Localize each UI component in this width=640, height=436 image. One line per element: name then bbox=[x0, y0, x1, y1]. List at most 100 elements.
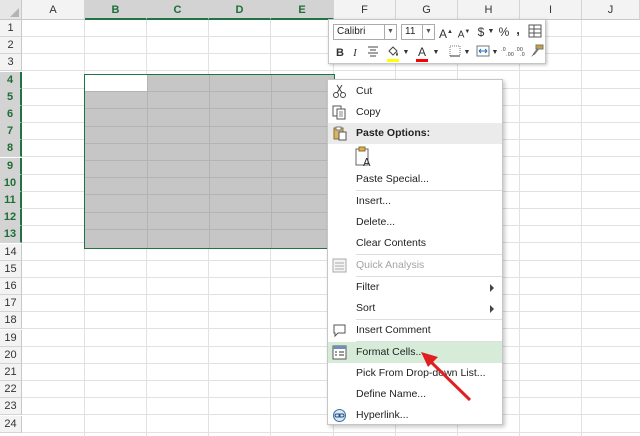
font-name-box[interactable]: Calibri bbox=[333, 24, 385, 40]
menu-item-filter[interactable]: Filter bbox=[328, 277, 502, 298]
paste-button-icon[interactable]: A bbox=[354, 146, 374, 168]
row-header-22[interactable]: 22 bbox=[0, 381, 22, 399]
merge-dropdown-icon[interactable]: ▼ bbox=[491, 45, 499, 61]
select-all-corner[interactable] bbox=[0, 0, 22, 20]
italic-button[interactable]: I bbox=[349, 45, 361, 61]
row-header-23[interactable]: 23 bbox=[0, 398, 22, 416]
row-header-13[interactable]: 13 bbox=[0, 226, 22, 244]
menu-item-cut[interactable]: Cut bbox=[328, 81, 502, 102]
menu-item-paste-special[interactable]: Paste Special... bbox=[328, 169, 502, 190]
grid-column-line bbox=[581, 20, 582, 436]
menu-item-hyperlink[interactable]: Hyperlink... bbox=[328, 405, 502, 426]
align-center-button[interactable] bbox=[365, 45, 381, 61]
menu-item-copy[interactable]: Copy bbox=[328, 102, 502, 123]
comment-icon bbox=[333, 324, 346, 338]
row-header-1[interactable]: 1 bbox=[0, 20, 22, 37]
font-color-button[interactable]: A bbox=[415, 44, 429, 60]
format-painter-button[interactable] bbox=[529, 44, 545, 60]
row-header-6[interactable]: 6 bbox=[0, 106, 22, 123]
fill-color-dropdown-icon[interactable]: ▼ bbox=[402, 45, 410, 61]
menu-item-label: Filter bbox=[356, 281, 380, 293]
menu-item-delete[interactable]: Delete... bbox=[328, 212, 502, 233]
menu-item-label: Hyperlink... bbox=[356, 409, 409, 421]
paintbrush-icon bbox=[531, 44, 544, 57]
font-color-dropdown-icon[interactable]: ▼ bbox=[432, 45, 440, 61]
column-header-g[interactable]: G bbox=[396, 0, 458, 20]
row-header-24[interactable]: 24 bbox=[0, 415, 22, 433]
row-header-4[interactable]: 4 bbox=[0, 71, 22, 89]
accounting-format-button[interactable]: $ bbox=[475, 24, 487, 40]
borders-dropdown-icon[interactable]: ▼ bbox=[463, 45, 471, 61]
menu-item-label: Paste Options: bbox=[356, 127, 431, 139]
font-size-box[interactable]: 11 bbox=[401, 24, 423, 40]
menu-item-sort[interactable]: Sort bbox=[328, 298, 502, 319]
column-header-e[interactable]: E bbox=[271, 0, 334, 20]
bold-button[interactable]: B bbox=[333, 45, 347, 61]
column-header-f[interactable]: F bbox=[334, 0, 396, 20]
paste-special-text: Paste Special... bbox=[356, 173, 429, 185]
menu-item-format-cells[interactable]: Format Cells... bbox=[328, 342, 502, 363]
menu-item-insert-comment[interactable]: Insert Comment bbox=[328, 320, 502, 341]
accounting-dropdown-icon[interactable]: ▼ bbox=[487, 24, 495, 40]
submenu-arrow-icon bbox=[490, 305, 494, 313]
svg-text:.00: .00 bbox=[506, 52, 514, 57]
menu-item-clear-contents[interactable]: Clear Contents bbox=[328, 233, 502, 254]
row-header-12[interactable]: 12 bbox=[0, 209, 22, 227]
merge-center-button[interactable] bbox=[475, 45, 491, 61]
column-header-j[interactable]: J bbox=[582, 0, 640, 20]
menu-item-label: Insert... bbox=[356, 195, 392, 207]
row-header-21[interactable]: 21 bbox=[0, 364, 22, 381]
paint-bucket-icon bbox=[388, 46, 398, 56]
menu-item-label: Define Name... bbox=[356, 388, 427, 400]
column-header-d[interactable]: D bbox=[209, 0, 271, 20]
menu-item-label: Clear Contents bbox=[356, 237, 427, 249]
borders-button[interactable] bbox=[447, 45, 463, 61]
submenu-arrow-icon bbox=[490, 284, 494, 292]
font-size-dropdown-icon[interactable]: ▼ bbox=[423, 24, 435, 40]
row-header-16[interactable]: 16 bbox=[0, 278, 22, 295]
menu-item-label: Format Cells... bbox=[356, 346, 425, 358]
row-header-5[interactable]: 5 bbox=[0, 88, 22, 106]
increase-font-size-button[interactable]: A▲ bbox=[439, 24, 453, 41]
increase-decimal-icon: .0.00 bbox=[501, 47, 514, 58]
increase-decimal-button[interactable]: .0.00 bbox=[501, 45, 515, 61]
format-painter-table-icon[interactable] bbox=[527, 24, 543, 40]
row-header-17[interactable]: 17 bbox=[0, 295, 22, 313]
menu-item-define-name[interactable]: Define Name... bbox=[328, 384, 502, 405]
row-header-20[interactable]: 20 bbox=[0, 346, 22, 364]
row-header-18[interactable]: 18 bbox=[0, 312, 22, 330]
column-header-c[interactable]: C bbox=[147, 0, 209, 20]
menu-item-pick-from-list[interactable]: Pick From Drop-down List... bbox=[328, 363, 502, 384]
decrease-font-size-button[interactable]: A▼ bbox=[457, 24, 471, 40]
fill-color-swatch bbox=[387, 59, 399, 62]
column-header-h[interactable]: H bbox=[458, 0, 520, 20]
row-header-8[interactable]: 8 bbox=[0, 140, 22, 158]
row-header-2[interactable]: 2 bbox=[0, 37, 22, 55]
comma-style-button[interactable]: , bbox=[513, 22, 523, 38]
paste-clipboard-icon bbox=[333, 126, 347, 141]
font-name-dropdown-icon[interactable]: ▼ bbox=[385, 24, 397, 40]
hyperlink-icon bbox=[333, 409, 346, 422]
menu-item-label: Copy bbox=[356, 106, 381, 118]
row-header-7[interactable]: 7 bbox=[0, 123, 22, 141]
menu-item-insert[interactable]: Insert... bbox=[328, 191, 502, 212]
row-header-19[interactable]: 19 bbox=[0, 329, 22, 347]
menu-item-label: Insert Comment bbox=[356, 324, 431, 336]
select-all-triangle-icon bbox=[10, 8, 19, 17]
row-header-3[interactable]: 3 bbox=[0, 54, 22, 72]
borders-icon bbox=[449, 45, 461, 57]
column-header-a[interactable]: A bbox=[22, 0, 85, 20]
row-header-9[interactable]: 9 bbox=[0, 157, 22, 175]
percent-style-button[interactable]: % bbox=[497, 24, 511, 40]
row-header-14[interactable]: 14 bbox=[0, 243, 22, 261]
row-header-15[interactable]: 15 bbox=[0, 260, 22, 278]
decrease-decimal-icon: .00.0 bbox=[515, 47, 525, 58]
column-header-b[interactable]: B bbox=[85, 0, 147, 20]
decrease-decimal-button[interactable]: .00.0 bbox=[515, 45, 529, 61]
row-header-11[interactable]: 11 bbox=[0, 192, 22, 209]
menu-item-label: Paste Special... bbox=[356, 169, 429, 190]
row-header-10[interactable]: 10 bbox=[0, 174, 22, 192]
column-header-i[interactable]: I bbox=[520, 0, 582, 20]
fill-color-button[interactable] bbox=[385, 44, 401, 60]
svg-text:A: A bbox=[363, 156, 371, 168]
